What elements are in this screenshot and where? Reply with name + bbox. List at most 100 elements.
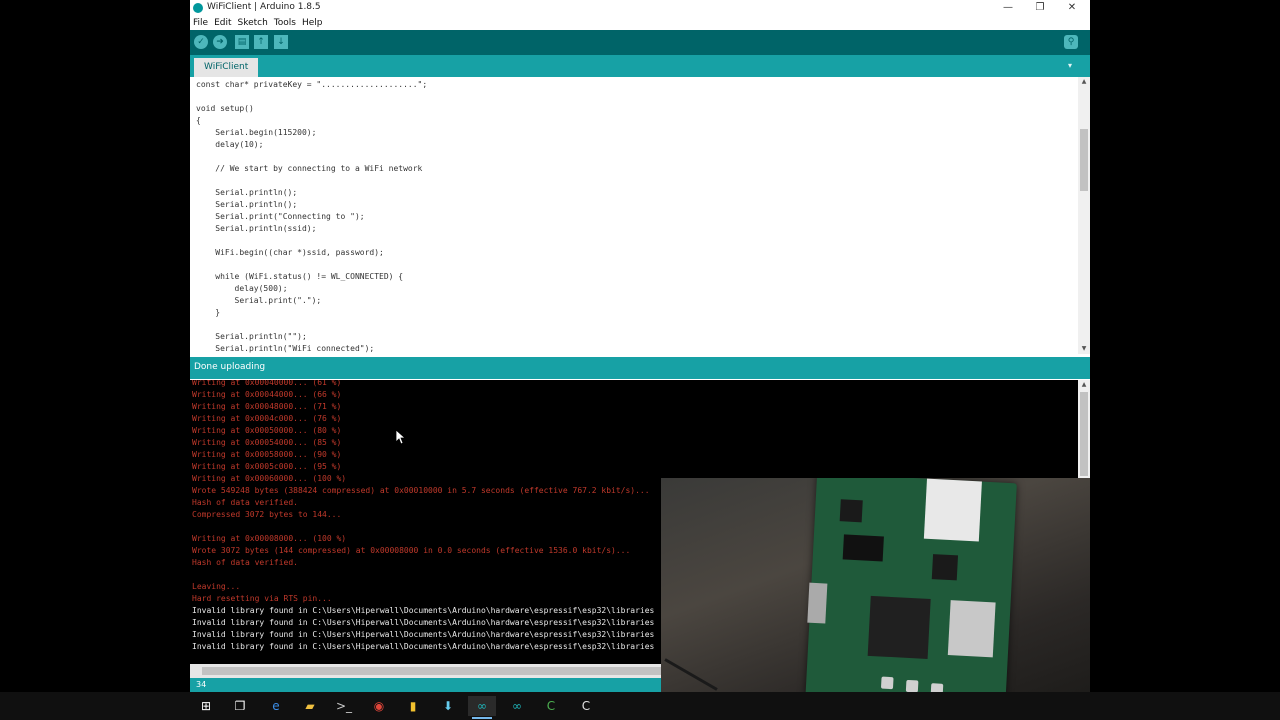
code-line[interactable]: Serial.print("Connecting to "); — [196, 211, 427, 223]
edge-browser-icon[interactable]: e — [262, 696, 290, 716]
terminal-icon[interactable]: >_ — [330, 696, 358, 716]
code-line[interactable]: Serial.println(ssid); — [196, 223, 427, 235]
chip-small — [839, 499, 863, 523]
arduino-app-icon — [193, 3, 203, 13]
code-line[interactable]: delay(10); — [196, 139, 427, 151]
chrome-icon[interactable]: ◉ — [365, 696, 393, 716]
open-sketch-button[interactable]: ↑ — [254, 35, 268, 49]
mouse-cursor-icon — [396, 430, 406, 445]
code-line[interactable] — [196, 319, 427, 331]
code-line[interactable] — [196, 235, 427, 247]
windows-start-icon[interactable]: ⊞ — [192, 696, 220, 716]
menu-tools[interactable]: Tools — [271, 16, 299, 30]
console-line: Writing at 0x00044000... (66 %) — [192, 390, 342, 399]
menu-help[interactable]: Help — [299, 16, 326, 30]
code-line[interactable]: Serial.begin(115200); — [196, 127, 427, 139]
upload-button[interactable]: ➜ — [213, 35, 227, 49]
tab-bar: WiFiClient ▾ — [190, 55, 1090, 77]
console-line: Invalid library found in C:\Users\Hiperw… — [192, 618, 655, 627]
console-line: Leaving... — [192, 582, 241, 591]
menu-edit[interactable]: Edit — [211, 16, 234, 30]
console-line: Writing at 0x00008000... (100 %) — [192, 534, 347, 543]
serial-monitor-button[interactable]: ⚲ — [1064, 35, 1078, 49]
console-line: Invalid library found in C:\Users\Hiperw… — [192, 606, 655, 615]
console-line: Compressed 3072 bytes to 144... — [192, 510, 342, 519]
console-line: Hard resetting via RTS pin... — [192, 594, 332, 603]
menu-bar: File Edit Sketch Tools Help — [190, 16, 1090, 30]
line-number: 34 — [196, 680, 207, 689]
code-line[interactable]: { — [196, 115, 427, 127]
new-sketch-button[interactable]: ▤ — [235, 35, 249, 49]
close-button[interactable]: ✕ — [1056, 0, 1088, 16]
code-line[interactable]: WiFi.begin((char *)ssid, password); — [196, 247, 427, 259]
code-line[interactable]: // We start by connecting to a WiFi netw… — [196, 163, 427, 175]
editor-scroll-thumb[interactable] — [1080, 129, 1088, 191]
chip-phy — [931, 554, 959, 581]
editor-vertical-scrollbar[interactable]: ▲ ▼ — [1078, 77, 1090, 354]
code-line[interactable]: Serial.println(); — [196, 187, 427, 199]
code-line[interactable]: Serial.println(); — [196, 199, 427, 211]
verify-button[interactable]: ✓ — [194, 35, 208, 49]
code-line[interactable] — [196, 175, 427, 187]
code-line[interactable]: Serial.println(""); — [196, 331, 427, 343]
console-scroll-thumb[interactable] — [1080, 392, 1088, 476]
console-line: Wrote 3072 bytes (144 compressed) at 0x0… — [192, 546, 631, 555]
file-explorer-icon[interactable]: ▰ — [296, 696, 324, 716]
code-line[interactable] — [196, 259, 427, 271]
code-line[interactable]: } — [196, 307, 427, 319]
code-line[interactable]: while (WiFi.status() != WL_CONNECTED) { — [196, 271, 427, 283]
console-line: Hash of data verified. — [192, 498, 298, 507]
code-text[interactable]: const char* privateKey = "..............… — [196, 79, 427, 354]
save-sketch-button[interactable]: ↓ — [274, 35, 288, 49]
arduino-icon-active[interactable]: ∞ — [468, 696, 496, 719]
tab-menu-dropdown-icon[interactable]: ▾ — [1064, 60, 1076, 72]
window-title: WiFiClient | Arduino 1.8.5 — [207, 2, 321, 12]
app-yellow-icon[interactable]: ▮ — [399, 696, 427, 716]
console-line: Invalid library found in C:\Users\Hiperw… — [192, 630, 655, 639]
code-line[interactable] — [196, 151, 427, 163]
webcam-overlay-esp32-board — [661, 478, 1090, 720]
console-line: Writing at 0x0004c000... (76 %) — [192, 414, 342, 423]
console-line: Hash of data verified. — [192, 558, 298, 567]
console-line: Writing at 0x00048000... (71 %) — [192, 402, 342, 411]
code-line[interactable]: const char* privateKey = "..............… — [196, 79, 427, 91]
esp32-dev-board-image — [805, 478, 1017, 714]
code-line[interactable]: Serial.println("WiFi connected"); — [196, 343, 427, 354]
scroll-up-icon[interactable]: ▲ — [1078, 77, 1090, 87]
console-line: Writing at 0x00060000... (100 %) — [192, 474, 347, 483]
download-app-icon[interactable]: ⬇ — [434, 696, 462, 716]
pin-header — [807, 582, 828, 624]
title-bar[interactable]: WiFiClient | Arduino 1.8.5 — ❐ ✕ — [190, 0, 1090, 16]
wifi-module — [947, 600, 996, 658]
windows-taskbar: ⊞ ❐ e ▰ >_ ◉ ▮ ⬇ ∞ ∞ C C — [0, 692, 1280, 720]
usb-cable — [664, 658, 718, 691]
menu-sketch[interactable]: Sketch — [235, 16, 271, 30]
main-processor-chip — [867, 595, 931, 659]
arduino-icon[interactable]: ∞ — [503, 696, 531, 716]
code-line[interactable]: delay(500); — [196, 283, 427, 295]
task-view-icon[interactable]: ❐ — [226, 696, 254, 716]
console-line: Writing at 0x00040000... (61 %) — [192, 380, 342, 387]
console-scroll-up-icon[interactable]: ▲ — [1078, 380, 1090, 390]
notepad-icon[interactable]: C — [572, 696, 600, 716]
console-hscroll-thumb[interactable] — [202, 667, 662, 675]
console-line: Writing at 0x00050000... (80 %) — [192, 426, 342, 435]
console-line: Wrote 549248 bytes (388424 compressed) a… — [192, 486, 650, 495]
green-app-icon[interactable]: C — [537, 696, 565, 716]
console-line: Writing at 0x00058000... (90 %) — [192, 450, 342, 459]
toolbar: ✓ ➜ ▤ ↑ ↓ ⚲ — [190, 30, 1090, 55]
board-button-1 — [880, 676, 894, 690]
code-line[interactable]: Serial.print("."); — [196, 295, 427, 307]
tab-wificlient[interactable]: WiFiClient — [194, 58, 259, 77]
menu-file[interactable]: File — [190, 16, 211, 30]
board-button-2 — [905, 679, 919, 693]
minimize-button[interactable]: — — [992, 0, 1024, 16]
code-line[interactable] — [196, 91, 427, 103]
console-vertical-scrollbar[interactable]: ▲ — [1078, 380, 1090, 478]
scroll-down-icon[interactable]: ▼ — [1078, 344, 1090, 354]
code-line[interactable]: void setup() — [196, 103, 427, 115]
jumper-block — [842, 534, 884, 562]
ethernet-jack — [923, 478, 982, 542]
maximize-button[interactable]: ❐ — [1024, 0, 1056, 16]
code-editor[interactable]: const char* privateKey = "..............… — [190, 77, 1078, 354]
